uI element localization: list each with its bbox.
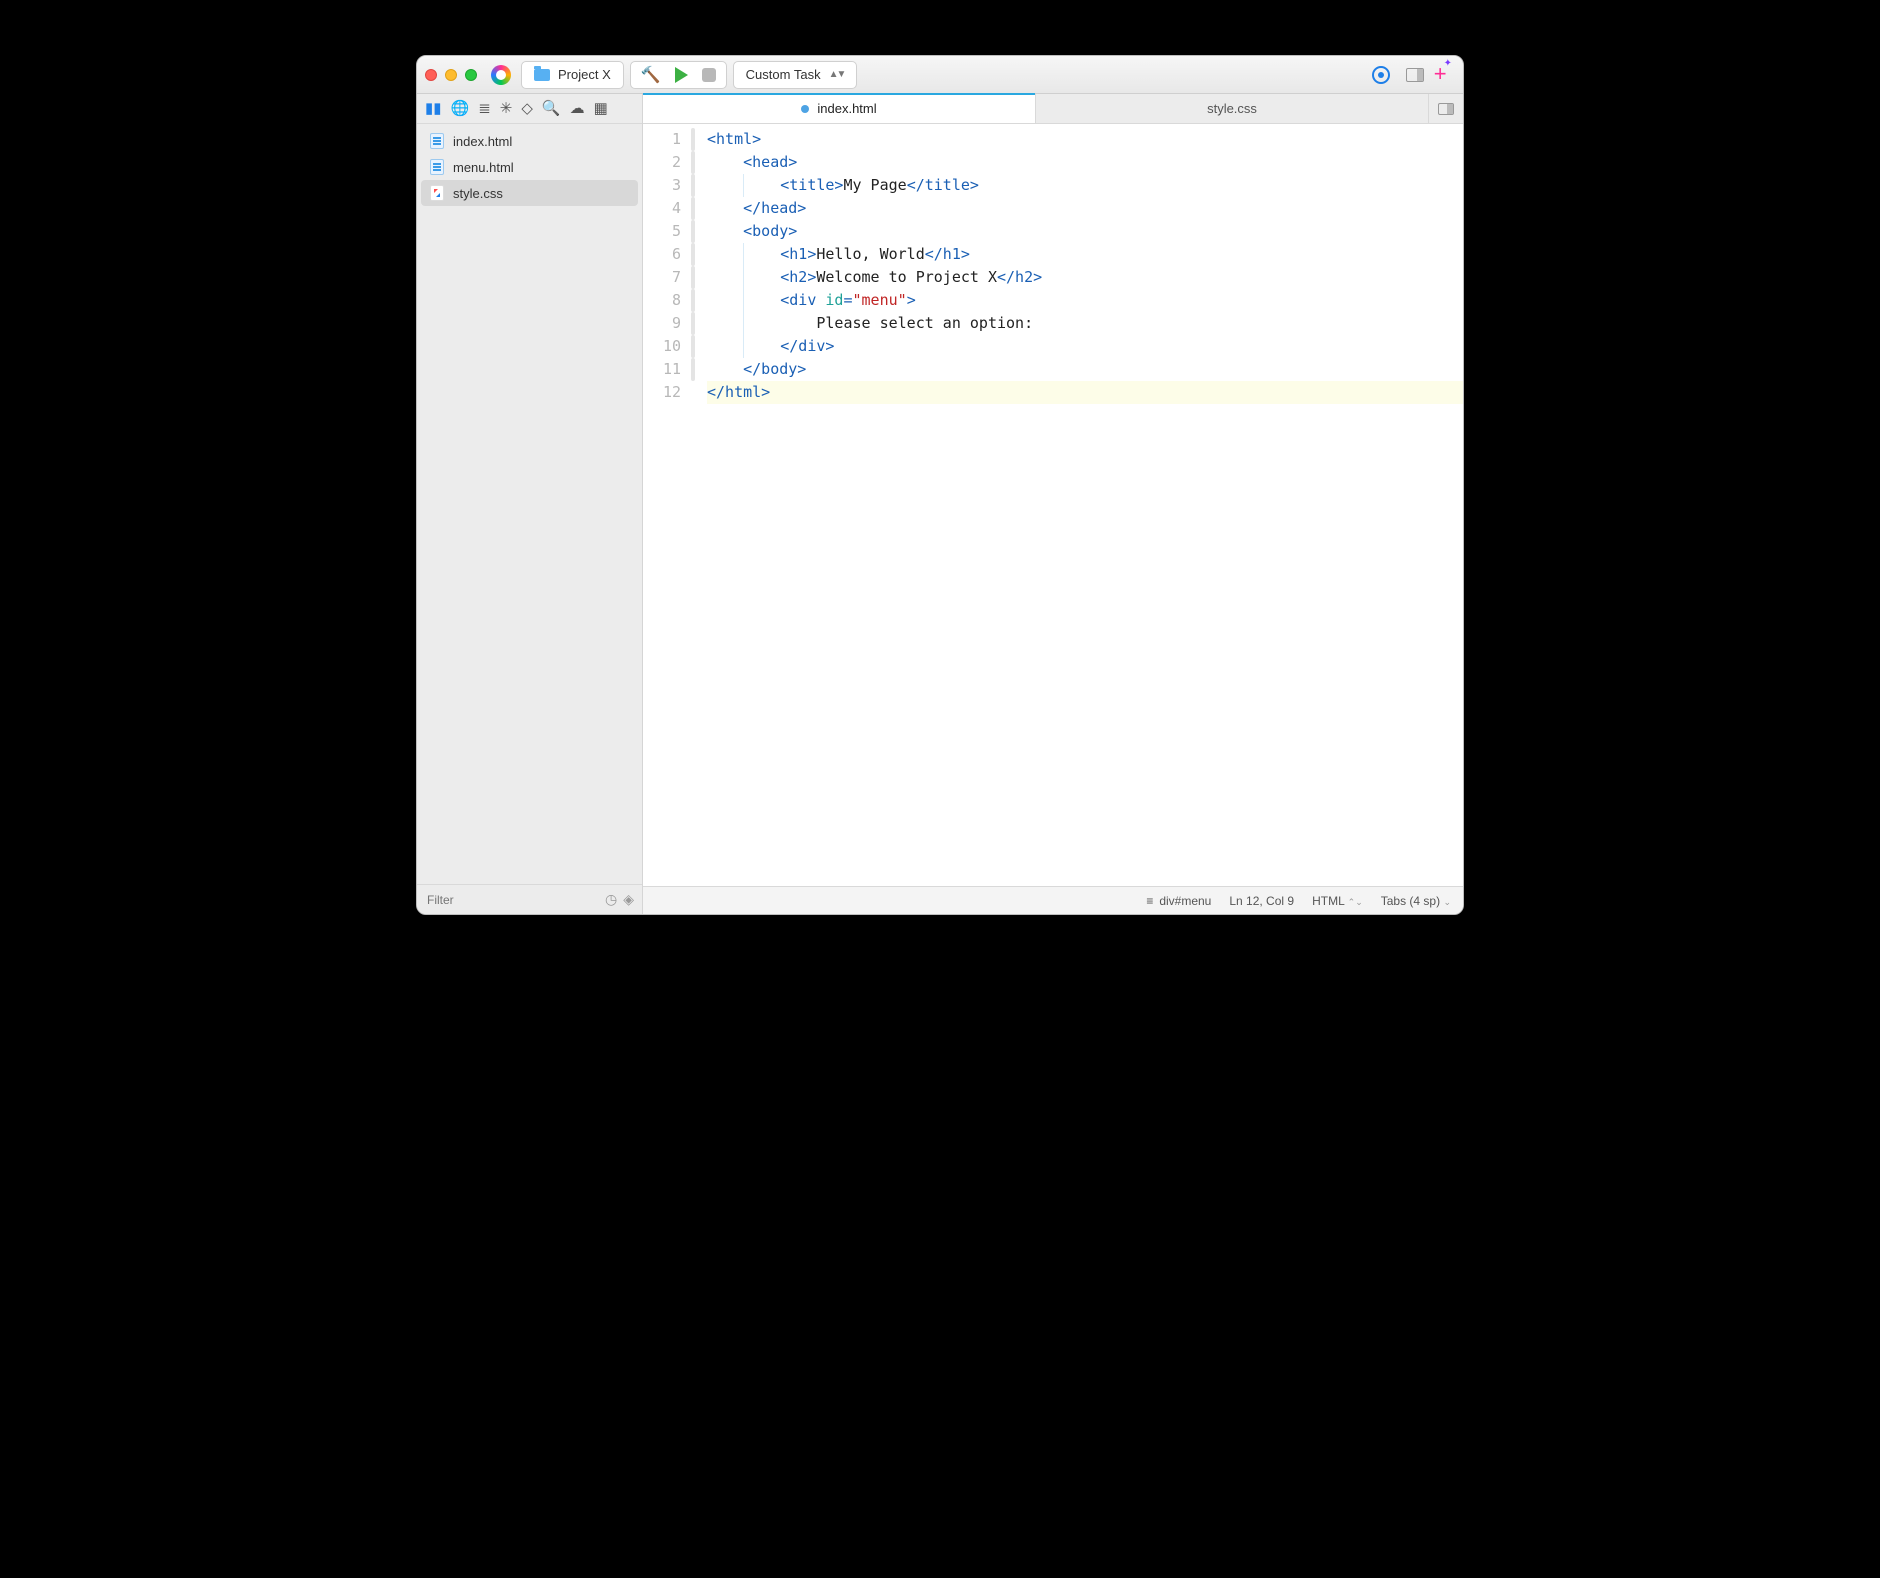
zoom-window-button[interactable]: [465, 69, 477, 81]
diamond-icon[interactable]: ◇: [521, 101, 533, 116]
stop-button[interactable]: [702, 68, 716, 82]
file-item-style-css[interactable]: style.css: [421, 180, 638, 206]
file-item-label: menu.html: [453, 160, 514, 175]
updown-icon: ⌃⌄: [1348, 897, 1363, 907]
editor-tab-index-html[interactable]: index.html: [643, 94, 1036, 123]
line-number: 11: [643, 358, 681, 381]
folder-icon: [534, 69, 550, 81]
indent-selector[interactable]: Tabs (4 sp) ⌄: [1381, 894, 1451, 908]
code-line[interactable]: <h1>Hello, World</h1>: [707, 243, 1463, 266]
css-file-icon: [429, 185, 445, 201]
code-area[interactable]: 123456789101112 <html> <head> <title>My …: [643, 124, 1463, 886]
line-number: 10: [643, 335, 681, 358]
code-content[interactable]: <html> <head> <title>My Page</title> </h…: [697, 124, 1463, 886]
code-line[interactable]: </body>: [707, 358, 1463, 381]
grid-icon[interactable]: ▦: [594, 101, 608, 116]
build-button[interactable]: 🔨: [641, 65, 661, 85]
line-number: 1: [643, 128, 681, 151]
fold-strip: [689, 124, 697, 886]
html-file-icon: [429, 159, 445, 175]
sidebar-toolbar: ▮▮ 🌐 ≣ ✳ ◇ 🔍 ☁ ▦: [417, 94, 642, 124]
run-controls: 🔨: [630, 61, 727, 89]
tab-label: index.html: [817, 101, 876, 116]
project-name-label: Project X: [558, 67, 611, 82]
indent-label: Tabs (4 sp): [1381, 894, 1440, 908]
line-number-gutter: 123456789101112: [643, 124, 689, 886]
sidebar: ▮▮ 🌐 ≣ ✳ ◇ 🔍 ☁ ▦ index.html menu.html styl…: [417, 94, 643, 914]
code-line[interactable]: <title>My Page</title>: [707, 174, 1463, 197]
close-window-button[interactable]: [425, 69, 437, 81]
code-line[interactable]: <h2>Welcome to Project X</h2>: [707, 266, 1463, 289]
new-tab-button[interactable]: +✦: [1434, 61, 1455, 87]
breadcrumb-label: div#menu: [1159, 894, 1211, 908]
code-line[interactable]: <div id="menu">: [707, 289, 1463, 312]
breadcrumb-icon: ≡: [1146, 894, 1153, 908]
cloud-icon[interactable]: ☁: [570, 101, 585, 116]
html-file-icon: [429, 133, 445, 149]
toggle-side-panel-button[interactable]: [1406, 68, 1424, 82]
code-line[interactable]: <head>: [707, 151, 1463, 174]
editor-tab-style-css[interactable]: style.css: [1036, 94, 1429, 123]
status-bar: ≡ div#menu Ln 12, Col 9 HTML ⌃⌄ Tabs (4 …: [643, 886, 1463, 914]
task-selector[interactable]: Custom Task ▲▼: [733, 61, 858, 89]
line-number: 4: [643, 197, 681, 220]
minimize-window-button[interactable]: [445, 69, 457, 81]
scm-icon[interactable]: ◈: [623, 891, 634, 908]
modified-dot-icon: [801, 105, 809, 113]
line-number: 8: [643, 289, 681, 312]
line-number: 7: [643, 266, 681, 289]
code-line[interactable]: </html>: [707, 381, 1463, 404]
app-window: Project X 🔨 Custom Task ▲▼ +✦ ▮▮ 🌐 ≣ ✳ ◇…: [416, 55, 1464, 915]
line-number: 3: [643, 174, 681, 197]
files-view-icon[interactable]: ▮▮: [425, 101, 442, 116]
editor-pane: index.htmlstyle.css 123456789101112 <htm…: [643, 94, 1463, 914]
code-line[interactable]: <body>: [707, 220, 1463, 243]
file-list: index.html menu.html style.css: [417, 124, 642, 884]
code-line[interactable]: Please select an option:: [707, 312, 1463, 335]
globe-icon[interactable]: 🌐: [451, 101, 470, 116]
titlebar: Project X 🔨 Custom Task ▲▼ +✦: [417, 56, 1463, 94]
file-item-menu-html[interactable]: menu.html: [417, 154, 642, 180]
language-selector[interactable]: HTML ⌃⌄: [1312, 894, 1363, 908]
snowflake-icon[interactable]: ✳: [500, 101, 513, 116]
file-item-label: style.css: [453, 186, 503, 201]
list-icon[interactable]: ≣: [478, 101, 491, 116]
task-name-label: Custom Task: [746, 67, 821, 82]
breadcrumb[interactable]: ≡ div#menu: [1146, 894, 1211, 908]
file-item-label: index.html: [453, 134, 512, 149]
run-button[interactable]: [675, 67, 688, 83]
tab-bar: index.html style.css: [643, 94, 1463, 124]
sidebar-footer: ◷ ◈: [417, 884, 642, 914]
cursor-position[interactable]: Ln 12, Col 9: [1229, 894, 1294, 908]
tab-label: style.css: [1207, 101, 1257, 116]
line-number: 2: [643, 151, 681, 174]
language-label: HTML: [1312, 894, 1344, 908]
search-icon[interactable]: 🔍: [542, 101, 561, 116]
filter-input[interactable]: [425, 892, 599, 908]
preview-button[interactable]: [1372, 66, 1390, 84]
line-number: 12: [643, 381, 681, 404]
main-area: ▮▮ 🌐 ≣ ✳ ◇ 🔍 ☁ ▦ index.html menu.html styl…: [417, 94, 1463, 914]
recent-icon[interactable]: ◷: [605, 891, 617, 908]
code-line[interactable]: </div>: [707, 335, 1463, 358]
updown-icon: ▲▼: [829, 69, 845, 80]
window-controls: [425, 69, 477, 81]
file-item-index-html[interactable]: index.html: [417, 128, 642, 154]
code-line[interactable]: </head>: [707, 197, 1463, 220]
code-line[interactable]: <html>: [707, 128, 1463, 151]
line-number: 5: [643, 220, 681, 243]
app-logo-icon: [491, 65, 511, 85]
tab-overflow-button[interactable]: [1429, 94, 1463, 123]
project-selector[interactable]: Project X: [521, 61, 624, 89]
line-number: 6: [643, 243, 681, 266]
line-number: 9: [643, 312, 681, 335]
chevron-down-icon: ⌄: [1443, 897, 1451, 907]
